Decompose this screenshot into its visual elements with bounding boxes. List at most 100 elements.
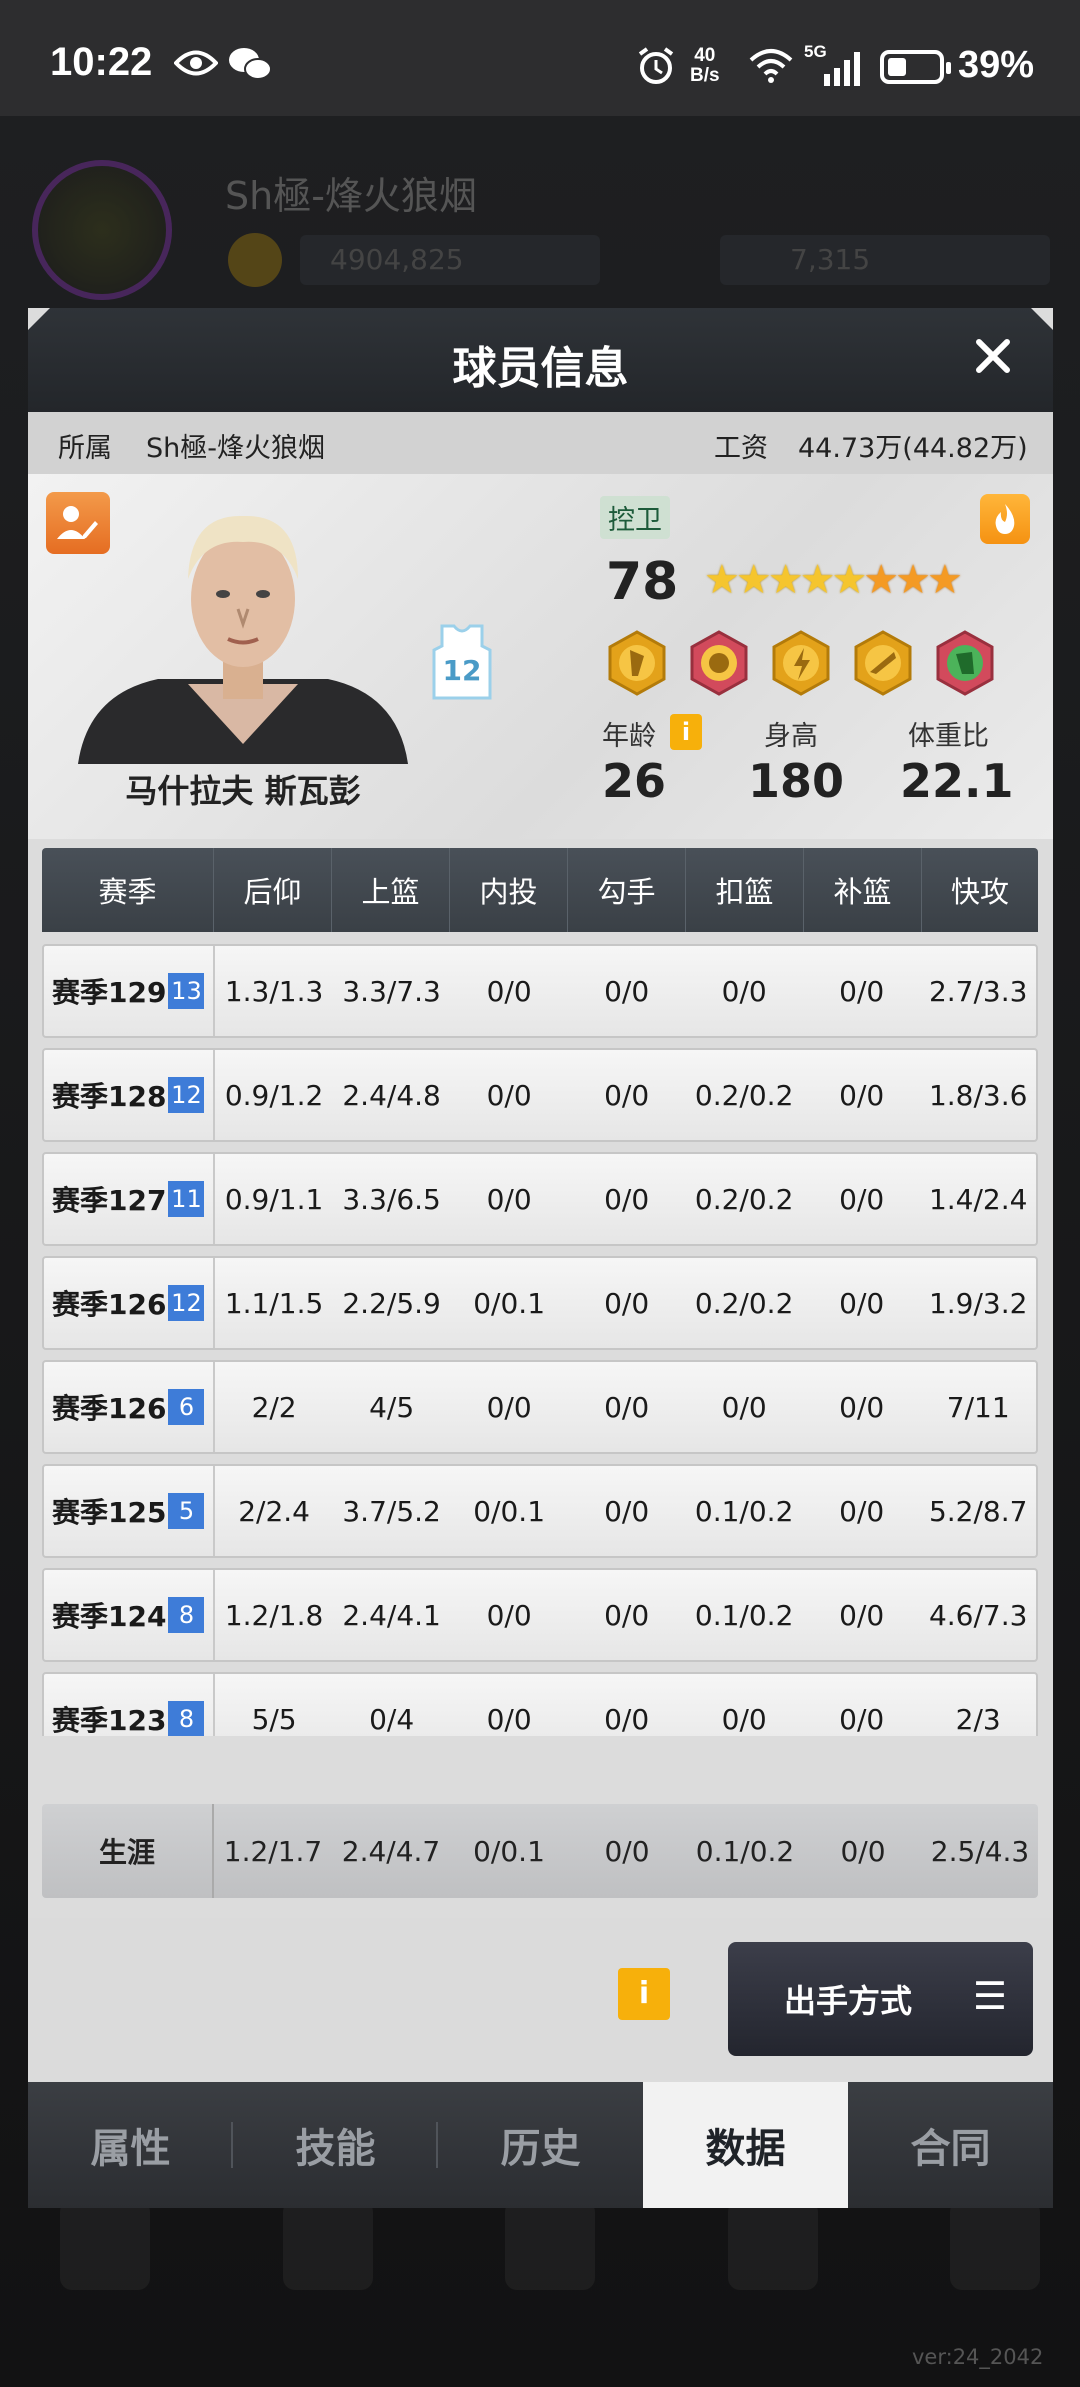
age-info-button[interactable]: i	[670, 714, 702, 750]
table-cell: 0/0	[839, 1702, 885, 1736]
table-cell: 0/0	[486, 1078, 532, 1112]
tab-data[interactable]: 数据	[643, 2082, 848, 2208]
table-row: 赛季127 11 0.9/1.1 3.3/6.5 0/0 0/0 0.2/0.2 0/0 1.4…	[42, 1152, 1038, 1246]
skill-badge-icon[interactable]	[850, 630, 916, 696]
column-header[interactable]: 扣篮	[686, 848, 804, 932]
table-cell: 1.4/2.4	[928, 1182, 1028, 1216]
season-label: 赛季126	[52, 1288, 167, 1321]
table-row: 赛季126 6 2/2 4/5 0/0 0/0 0/0 0/0 7/11	[42, 1360, 1038, 1454]
table-cell: 0/0	[604, 1702, 650, 1736]
table-cell: 2/3	[955, 1702, 1001, 1736]
career-cell: 2.5/4.3	[930, 1834, 1030, 1868]
table-cell: 4.6/7.3	[928, 1598, 1028, 1632]
table-cell: 5.2/8.7	[928, 1494, 1028, 1528]
stats-table-header: 赛季 后仰 上篮 内投 勾手 扣篮 补篮 快攻	[42, 848, 1038, 932]
team-name: Sh極-烽火狼烟	[146, 433, 325, 464]
tab-bar: 属性 技能 历史 数据 合同	[28, 2082, 1053, 2208]
table-cell: 0/0	[486, 1598, 532, 1632]
table-cell: 1.8/3.6	[928, 1078, 1028, 1112]
table-row: 赛季124 8 1.2/1.8 2.4/4.1 0/0 0/0 0.1/0.2 0/0 4.6/…	[42, 1568, 1038, 1662]
season-cell: 赛季129 13	[44, 946, 216, 1036]
player-profile: 12 马什拉夫 斯瓦彭 控卫 78 ★★★★★★★★ 年龄 i 26 身高 18…	[28, 474, 1053, 839]
skill-badge-icon[interactable]	[768, 630, 834, 696]
status-time: 10:22	[50, 40, 153, 84]
season-label: 赛季123	[52, 1704, 167, 1736]
table-row: 赛季126 12 1.1/1.5 2.2/5.9 0/0.1 0/0 0.2/0.2 0/0 1…	[42, 1256, 1038, 1350]
table-cell: 0/0	[839, 1494, 885, 1528]
skill-badge-icon[interactable]	[686, 630, 752, 696]
table-cell: 0.2/0.2	[694, 1182, 794, 1216]
tab-skills[interactable]: 技能	[233, 2082, 438, 2208]
battery-icon	[880, 50, 951, 84]
eye-icon	[174, 48, 218, 78]
table-cell: 0/0	[604, 1390, 650, 1424]
career-row: 生涯 1.2/1.7 2.4/4.7 0/0.1 0/0 0.1/0.2 0/0…	[42, 1804, 1038, 1898]
table-cell: 0/0	[486, 1390, 532, 1424]
column-header[interactable]: 内投	[450, 848, 568, 932]
skill-badge-icon[interactable]	[604, 630, 670, 696]
table-cell: 0/4	[369, 1702, 415, 1736]
season-cell: 赛季128 12	[44, 1050, 216, 1140]
table-cell: 3.7/5.2	[342, 1494, 441, 1528]
season-count-badge: 12	[168, 1077, 205, 1113]
modal-title: 球员信息	[452, 343, 629, 394]
table-cell: 2/2	[251, 1390, 297, 1424]
season-label: 赛季124	[52, 1600, 167, 1633]
column-header[interactable]: 勾手	[568, 848, 686, 932]
star-icon: ★	[767, 557, 804, 603]
star-icon: ★	[927, 557, 963, 603]
menu-icon: ☰	[972, 1974, 1007, 2018]
table-cell: 7/11	[946, 1390, 1010, 1424]
table-cell: 0/0	[721, 974, 767, 1008]
tab-history[interactable]: 历史	[438, 2082, 643, 2208]
table-row: 赛季129 13 1.3/1.3 3.3/7.3 0/0 0/0 0/0 0/0 2.7/3.3	[42, 944, 1038, 1038]
column-header[interactable]: 赛季	[42, 848, 214, 932]
salary-label: 工资	[714, 433, 768, 464]
close-button[interactable]	[963, 326, 1023, 386]
column-header[interactable]: 快攻	[922, 848, 1038, 932]
table-cell: 5/5	[251, 1702, 297, 1736]
shooting-style-label: 出手方式	[784, 1982, 913, 2020]
career-cell: 0/0	[840, 1834, 886, 1868]
stats-table-body[interactable]: 赛季129 13 1.3/1.3 3.3/7.3 0/0 0/0 0/0 0/0 2.7/3.3…	[42, 944, 1038, 1736]
table-cell: 0/0	[839, 974, 885, 1008]
shooting-style-button[interactable]: 出手方式 ☰	[728, 1942, 1033, 2056]
tab-attributes[interactable]: 属性	[28, 2082, 233, 2208]
table-cell: 1.3/1.3	[224, 974, 324, 1008]
coin-icon	[228, 233, 282, 287]
player-portrait	[78, 515, 408, 764]
star-icon: ★	[863, 557, 899, 603]
table-cell: 0.2/0.2	[694, 1286, 794, 1320]
alarm-icon	[636, 46, 676, 86]
fire-button[interactable]	[980, 494, 1030, 544]
shooting-info-button[interactable]: i	[618, 1968, 670, 2020]
season-count-badge: 6	[168, 1389, 205, 1425]
season-count-badge: 5	[168, 1493, 205, 1529]
table-cell: 0/0.1	[473, 1494, 546, 1528]
table-cell: 0/0	[839, 1390, 885, 1424]
star-icon: ★	[799, 557, 836, 603]
status-bar: 10:22 40 B/s 5G 39%	[0, 0, 1080, 116]
star-icon: ★	[895, 557, 931, 603]
tab-contract[interactable]: 合同	[848, 2082, 1053, 2208]
table-cell: 0/0	[839, 1286, 885, 1320]
star-rating: ★★★★★★★★	[704, 557, 963, 603]
table-cell: 1.9/3.2	[928, 1286, 1028, 1320]
season-label: 赛季128	[52, 1080, 167, 1113]
season-cell: 赛季123 8	[44, 1674, 216, 1736]
wifi-icon	[748, 48, 794, 84]
table-cell: 0/0	[486, 974, 532, 1008]
season-label: 赛季129	[52, 976, 167, 1009]
table-cell: 2.2/5.9	[342, 1286, 441, 1320]
modal-header: 球员信息	[28, 308, 1053, 412]
column-header[interactable]: 后仰	[214, 848, 332, 932]
table-cell: 0/0	[839, 1182, 885, 1216]
column-header[interactable]: 补篮	[804, 848, 922, 932]
table-cell: 0/0.1	[473, 1286, 546, 1320]
skill-badge-icon[interactable]	[932, 630, 998, 696]
column-header[interactable]: 上篮	[332, 848, 450, 932]
season-count-badge: 13	[168, 973, 205, 1009]
net-speed: 40 B/s	[690, 45, 720, 86]
table-cell: 4/5	[369, 1390, 415, 1424]
table-cell: 3.3/6.5	[342, 1182, 441, 1216]
